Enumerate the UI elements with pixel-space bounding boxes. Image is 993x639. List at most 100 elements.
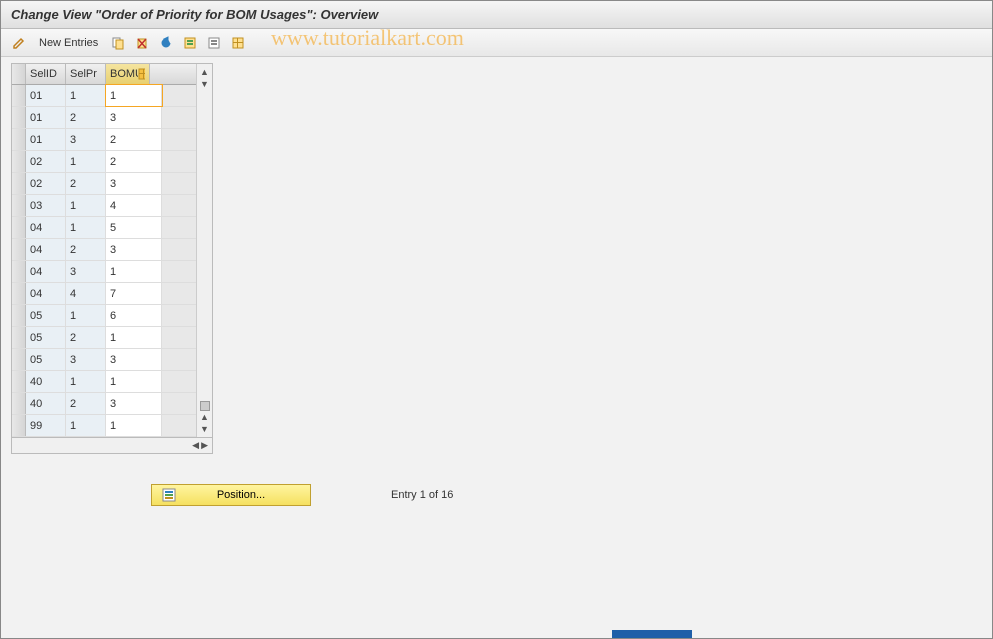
table-row: 0415 (12, 217, 196, 239)
cell-selpr: 1 (66, 151, 106, 172)
undo-icon[interactable] (156, 33, 176, 53)
cell-selid: 05 (26, 349, 66, 370)
cell-bomusg[interactable]: 1 (106, 371, 162, 392)
row-selector[interactable] (12, 371, 26, 392)
row-selector[interactable] (12, 261, 26, 282)
cell-bomusg[interactable]: 1 (106, 415, 162, 436)
col-header-bomusg[interactable]: BOMUsg (106, 64, 150, 84)
row-selector[interactable] (12, 173, 26, 194)
col-header-selpr[interactable]: SelPr (66, 64, 106, 84)
cell-bomusg[interactable]: 4 (106, 195, 162, 216)
table-row: 0314 (12, 195, 196, 217)
position-button[interactable]: Position... (151, 484, 311, 506)
cell-selpr: 2 (66, 327, 106, 348)
cell-bomusg[interactable]: 1 (106, 327, 162, 348)
table-row: 0223 (12, 173, 196, 195)
row-selector[interactable] (12, 415, 26, 436)
cell-selid: 01 (26, 85, 66, 106)
entry-status: Entry 1 of 16 (391, 489, 453, 501)
row-selector[interactable] (12, 393, 26, 414)
horizontal-scrollbar[interactable]: ◀ ▶ (11, 438, 213, 454)
table-settings-icon[interactable] (228, 33, 248, 53)
scroll-down-bottom-icon[interactable]: ▼ (199, 423, 210, 435)
edit-icon[interactable] (9, 33, 29, 53)
copy-icon[interactable] (108, 33, 128, 53)
row-selector[interactable] (12, 239, 26, 260)
cell-bomusg[interactable]: 5 (106, 217, 162, 238)
cell-bomusg[interactable]: 3 (106, 173, 162, 194)
position-button-label: Position... (182, 489, 300, 501)
scroll-right-icon[interactable]: ▶ (201, 440, 208, 451)
table-body: 0111012301320212022303140415042304310447… (12, 85, 196, 437)
cell-selpr: 1 (66, 195, 106, 216)
cell-selpr: 2 (66, 393, 106, 414)
cell-selpr: 3 (66, 261, 106, 282)
scroll-up-icon[interactable]: ▲ (199, 66, 210, 78)
cell-selpr: 1 (66, 85, 106, 106)
cell-bomusg[interactable]: 6 (106, 305, 162, 326)
scroll-thumb[interactable] (200, 401, 210, 411)
position-icon (162, 488, 176, 502)
cell-selpr: 1 (66, 415, 106, 436)
table-row: 0132 (12, 129, 196, 151)
cell-bomusg[interactable]: 3 (106, 107, 162, 128)
cell-bomusg[interactable]: 2 (106, 151, 162, 172)
table-row: 4023 (12, 393, 196, 415)
delete-icon[interactable] (132, 33, 152, 53)
scroll-down-icon[interactable]: ▼ (199, 78, 210, 90)
scroll-left-icon[interactable]: ◀ (192, 440, 199, 451)
cell-bomusg[interactable]: 3 (106, 349, 162, 370)
cell-selid: 01 (26, 107, 66, 128)
cell-selid: 99 (26, 415, 66, 436)
cell-selid: 40 (26, 393, 66, 414)
row-selector[interactable] (12, 129, 26, 150)
row-selector[interactable] (12, 327, 26, 348)
cell-bomusg[interactable]: 3 (106, 393, 162, 414)
col-header-selid[interactable]: SelID (26, 64, 66, 84)
row-selector-header[interactable] (12, 64, 26, 84)
cell-selpr: 2 (66, 107, 106, 128)
cell-bomusg[interactable]: 2 (106, 129, 162, 150)
row-selector[interactable] (12, 305, 26, 326)
table-row: 0516 (12, 305, 196, 327)
cell-selid: 05 (26, 305, 66, 326)
row-selector[interactable] (12, 283, 26, 304)
row-selector[interactable] (12, 195, 26, 216)
cell-selid: 04 (26, 261, 66, 282)
cell-selid: 04 (26, 217, 66, 238)
scroll-up-bottom-icon[interactable]: ▲ (199, 411, 210, 423)
row-selector[interactable] (12, 151, 26, 172)
vertical-scrollbar[interactable]: ▲ ▼ ▲▼ (196, 64, 212, 437)
table-row: 0123 (12, 107, 196, 129)
page-title: Change View "Order of Priority for BOM U… (11, 7, 378, 22)
watermark: www.tutorialkart.com (271, 25, 464, 51)
table-row: 4011 (12, 371, 196, 393)
table-row: 0431 (12, 261, 196, 283)
table-config-icon[interactable] (138, 68, 145, 80)
row-selector[interactable] (12, 349, 26, 370)
title-bar: Change View "Order of Priority for BOM U… (1, 1, 992, 29)
table-row: 0533 (12, 349, 196, 371)
deselect-all-icon[interactable] (204, 33, 224, 53)
cell-selpr: 1 (66, 371, 106, 392)
cell-selpr: 3 (66, 129, 106, 150)
cell-bomusg[interactable]: 3 (106, 239, 162, 260)
table-row: 0423 (12, 239, 196, 261)
cell-bomusg[interactable]: 1 (106, 261, 162, 282)
cell-selid: 01 (26, 129, 66, 150)
cell-selpr: 4 (66, 283, 106, 304)
select-all-icon[interactable] (180, 33, 200, 53)
table-row: 0212 (12, 151, 196, 173)
row-selector[interactable] (12, 85, 26, 106)
cell-selpr: 2 (66, 239, 106, 260)
row-selector[interactable] (12, 107, 26, 128)
cell-selid: 03 (26, 195, 66, 216)
new-entries-button[interactable]: New Entries (33, 37, 104, 49)
row-selector[interactable] (12, 217, 26, 238)
position-row: Position... Entry 1 of 16 (151, 484, 982, 506)
table-row: 9911 (12, 415, 196, 437)
cell-selid: 02 (26, 173, 66, 194)
cell-bomusg[interactable]: 7 (106, 283, 162, 304)
content-area: SelID SelPr BOMUsg 011101230132021202230… (1, 57, 992, 512)
cell-bomusg[interactable]: 1 (106, 85, 162, 106)
